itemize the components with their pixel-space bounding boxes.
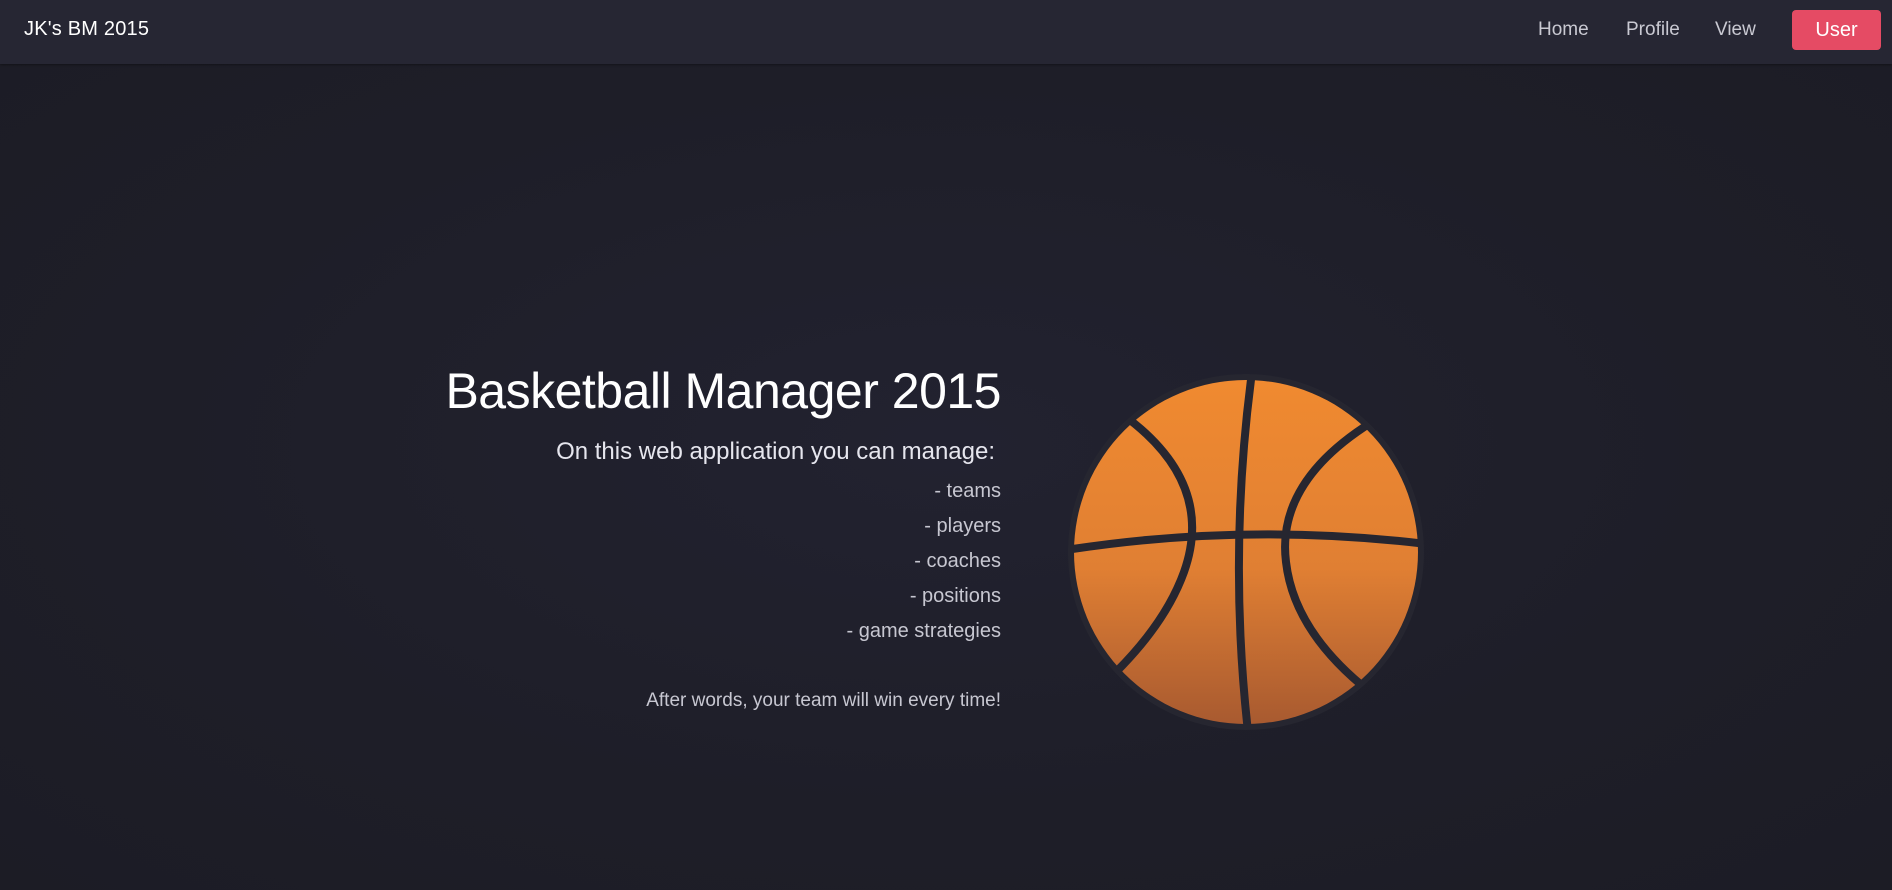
brand-logo[interactable]: JK's BM 2015: [24, 18, 149, 41]
feature-item-players: - players: [924, 515, 1001, 537]
feature-item-game-strategies: - game strategies: [846, 620, 1001, 642]
nav-link-home[interactable]: Home: [1538, 19, 1589, 41]
hero-subtitle: On this web application you can manage:: [556, 438, 995, 465]
nav-link-profile[interactable]: Profile: [1626, 19, 1680, 41]
feature-item-teams: - teams: [934, 480, 1001, 502]
feature-item-coaches: - coaches: [914, 550, 1001, 572]
feature-item-positions: - positions: [909, 585, 1001, 607]
nav-link-view[interactable]: View: [1715, 19, 1756, 41]
hero-title: Basketball Manager 2015: [445, 363, 1001, 419]
feature-list: - teams - players - coaches - positions …: [445, 474, 1001, 649]
user-button[interactable]: User: [1792, 10, 1881, 50]
top-navbar: JK's BM 2015 Home Profile View User: [0, 0, 1892, 64]
hero-tagline: After words, your team will win every ti…: [646, 690, 1001, 711]
basketball-icon: [1068, 374, 1424, 730]
page: JK's BM 2015 Home Profile View User Bask…: [0, 0, 1892, 890]
hero-text: Basketball Manager 2015 On this web appl…: [445, 360, 1001, 713]
